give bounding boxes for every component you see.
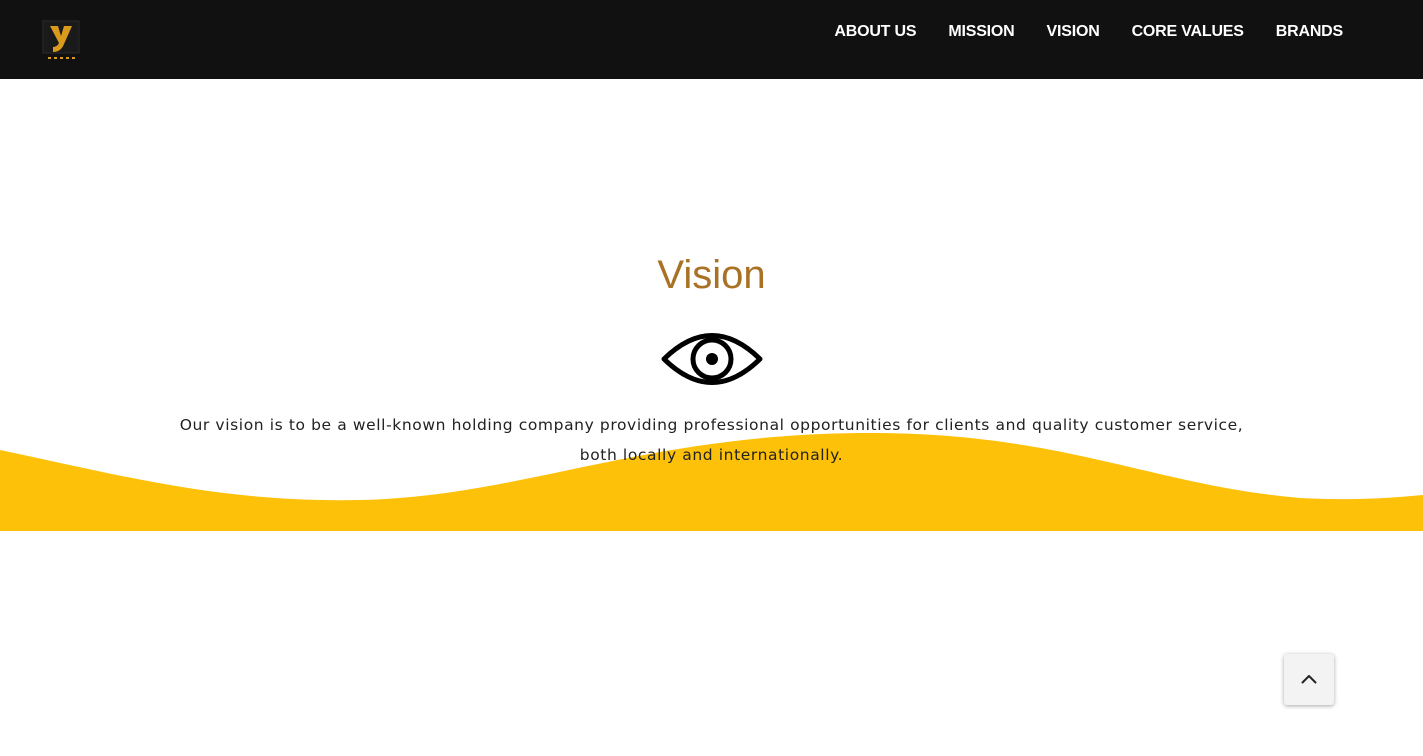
vision-description: Our vision is to be a well-known holding… xyxy=(179,416,1244,464)
main-nav: ABOUT US MISSION VISION CORE VALUES BRAN… xyxy=(834,0,1343,63)
nav-about-us[interactable]: ABOUT US xyxy=(834,23,916,41)
chevron-up-icon xyxy=(1301,671,1317,689)
eye-icon xyxy=(660,324,764,394)
nav-core-values[interactable]: CORE VALUES xyxy=(1132,23,1244,41)
nav-vision[interactable]: VISION xyxy=(1047,23,1100,41)
nav-brands[interactable]: BRANDS xyxy=(1276,23,1343,41)
site-header: ABOUT US MISSION VISION CORE VALUES BRAN… xyxy=(0,0,1423,79)
nav-mission[interactable]: MISSION xyxy=(948,23,1014,41)
vision-title: Vision xyxy=(657,253,766,297)
scroll-to-top-button[interactable] xyxy=(1284,654,1334,705)
y-letter-logo-icon[interactable] xyxy=(42,20,80,62)
